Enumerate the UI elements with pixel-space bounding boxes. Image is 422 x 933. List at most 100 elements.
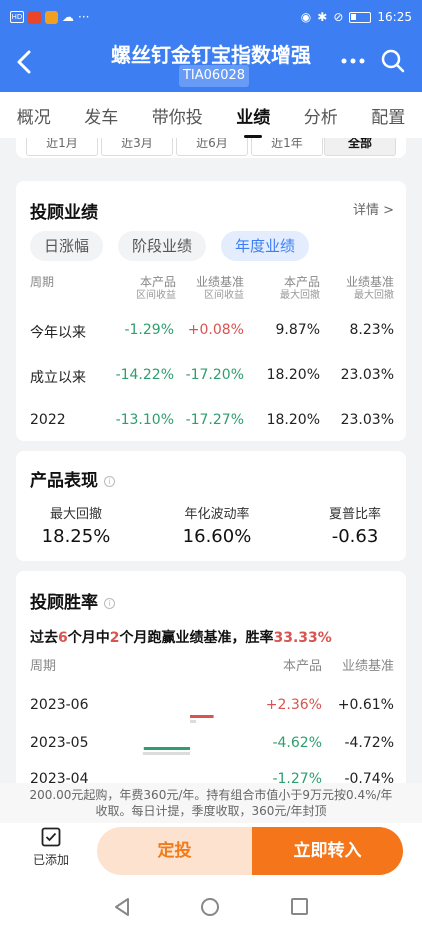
col-benchmark-return: 业绩基准 区间收益 bbox=[176, 275, 244, 303]
product-performance-card: 产品表现 i 最大回撤 18.25% 年化波动率 16.60% 夏普比率 -0.6… bbox=[16, 451, 406, 561]
status-bar: HD ☁ ··· ◉ ✱ ⊘ 16:25 bbox=[0, 0, 422, 34]
period-all[interactable]: 全部 bbox=[324, 138, 396, 156]
col-benchmark-drawdown-sub: 最大回撤 bbox=[354, 290, 394, 301]
system-nav-bar bbox=[0, 881, 422, 933]
summary-text: 过去 bbox=[30, 630, 58, 646]
summary-win-rate: 33.33% bbox=[273, 630, 332, 646]
status-left: HD ☁ ··· bbox=[10, 10, 89, 24]
row-product-drawdown: 9.87% bbox=[275, 322, 320, 338]
col-benchmark-drawdown: 业绩基准 最大回撤 bbox=[324, 275, 394, 303]
row-benchmark-drawdown: 23.03% bbox=[340, 367, 394, 383]
period-1y[interactable]: 近1年 bbox=[251, 138, 323, 156]
benchmark-bar bbox=[190, 720, 197, 723]
row-product-return: -13.10% bbox=[115, 412, 174, 428]
metric-volatility-value: 16.60% bbox=[182, 526, 252, 547]
checkbox-icon bbox=[41, 827, 61, 847]
win-rate-card: 投顾胜率 i 过去6个月中2个月跑赢业绩基准，胜率33.33% 周期 本产品 业绩… bbox=[16, 571, 406, 783]
benchmark-bar bbox=[142, 752, 190, 755]
win-row-product: +2.36% bbox=[265, 697, 322, 713]
detail-link[interactable]: 详情 > bbox=[353, 199, 394, 218]
status-right: ◉ ✱ ⊘ 16:25 bbox=[301, 10, 412, 24]
row-period: 成立以来 bbox=[30, 370, 86, 386]
tab-bar: 概况 发车 带你投 业绩 分析 配置 bbox=[0, 92, 422, 138]
metric-sharpe-label: 夏普比率 bbox=[328, 507, 381, 522]
row-product-drawdown: 18.20% bbox=[266, 412, 320, 428]
nav-home-icon[interactable] bbox=[201, 898, 219, 916]
metric-volatility-label: 年化波动率 bbox=[184, 507, 250, 522]
win-row-benchmark: -0.74% bbox=[344, 771, 394, 783]
win-col-benchmark: 业绩基准 bbox=[341, 659, 394, 674]
product-performance-title: 产品表现 i bbox=[30, 466, 115, 491]
col-period: 周期 bbox=[30, 275, 55, 289]
more-icon[interactable] bbox=[340, 56, 366, 66]
win-rate-title-text: 投顾胜率 bbox=[30, 593, 98, 613]
tab-performance[interactable]: 业绩 bbox=[233, 103, 273, 138]
fund-title: 螺丝钉金钉宝指数增强 bbox=[111, 43, 311, 67]
metric-max-drawdown-label: 最大回撤 bbox=[49, 507, 102, 522]
action-bar: 已添加 定投 立即转入 bbox=[0, 823, 422, 881]
period-3m[interactable]: 近3月 bbox=[101, 138, 173, 156]
performance-title: 投顾业绩 bbox=[30, 203, 98, 223]
win-row-product: -1.27% bbox=[272, 771, 322, 783]
row-benchmark-drawdown: 8.23% bbox=[349, 322, 394, 338]
product-bar bbox=[143, 747, 190, 750]
row-benchmark-return: -17.27% bbox=[185, 412, 244, 428]
win-row-period: 2023-04 bbox=[30, 771, 89, 783]
period-1m[interactable]: 近1月 bbox=[26, 138, 98, 156]
win-col-product: 本产品 bbox=[282, 659, 322, 674]
col-benchmark-drawdown-label: 业绩基准 bbox=[345, 275, 394, 289]
period-filter: 近1月 近3月 近6月 近1年 全部 bbox=[16, 138, 406, 158]
more-notifications-icon: ··· bbox=[78, 10, 90, 24]
battery-icon bbox=[349, 11, 372, 23]
pill-stage-performance[interactable]: 阶段业绩 bbox=[118, 231, 207, 261]
win-row-benchmark: -4.72% bbox=[344, 735, 394, 751]
row-product-return: -1.29% bbox=[124, 322, 174, 338]
info-icon[interactable]: i bbox=[104, 597, 115, 609]
search-icon[interactable] bbox=[380, 48, 406, 74]
added-watchlist-button[interactable]: 已添加 bbox=[24, 827, 78, 868]
summary-win-months: 2 bbox=[109, 630, 120, 646]
cloud-icon: ☁ bbox=[62, 10, 74, 24]
row-period: 2022 bbox=[30, 412, 66, 428]
col-product-return-label: 本产品 bbox=[139, 275, 176, 289]
tab-departure[interactable]: 发车 bbox=[81, 103, 121, 128]
col-product-drawdown: 本产品 最大回撤 bbox=[252, 275, 320, 303]
title-bar: 螺丝钉金钉宝指数增强 TIA06028 bbox=[0, 34, 422, 92]
col-product-drawdown-sub: 最大回撤 bbox=[280, 290, 320, 301]
col-product-return-sub: 区间收益 bbox=[136, 290, 176, 301]
row-benchmark-return: -17.20% bbox=[185, 367, 244, 383]
product-performance-title-text: 产品表现 bbox=[30, 471, 98, 491]
fund-code: TIA06028 bbox=[179, 65, 249, 87]
win-col-period: 周期 bbox=[30, 659, 57, 674]
fee-note: 200.00元起购，年费360元/年。持有组合市值小于9万元按0.4%/年收取。… bbox=[0, 783, 422, 823]
summary-text: 个月跑赢业绩基准，胜率 bbox=[119, 630, 274, 646]
info-icon[interactable]: i bbox=[104, 475, 115, 487]
fixed-invest-button[interactable]: 定投 bbox=[97, 827, 252, 875]
win-rate-summary: 过去6个月中2个月跑赢业绩基准，胜率33.33% bbox=[30, 627, 332, 647]
performance-card: 投顾业绩 详情 > 日涨幅 阶段业绩 年度业绩 周期 本产品 区间收益 业绩基准… bbox=[16, 181, 406, 441]
period-6m[interactable]: 近6月 bbox=[176, 138, 248, 156]
row-product-drawdown: 18.20% bbox=[266, 367, 320, 383]
nav-recent-icon[interactable] bbox=[291, 898, 308, 915]
col-product-drawdown-label: 本产品 bbox=[283, 275, 320, 289]
tab-allocation[interactable]: 配置 bbox=[368, 103, 408, 128]
row-benchmark-drawdown: 23.03% bbox=[340, 412, 394, 428]
back-arrow-icon[interactable] bbox=[14, 48, 36, 76]
transfer-in-button[interactable]: 立即转入 bbox=[252, 827, 403, 875]
win-row-benchmark: +0.61% bbox=[337, 697, 394, 713]
silent-icon: ⊘ bbox=[333, 10, 344, 24]
metric-sharpe-value: -0.63 bbox=[331, 526, 379, 547]
added-label: 已添加 bbox=[32, 853, 69, 867]
nav-back-icon[interactable] bbox=[113, 897, 131, 917]
col-benchmark-return-label: 业绩基准 bbox=[195, 275, 244, 289]
tab-guide[interactable]: 带你投 bbox=[149, 103, 206, 128]
pill-annual-performance[interactable]: 年度业绩 bbox=[221, 231, 310, 261]
tab-analysis[interactable]: 分析 bbox=[301, 103, 341, 128]
summary-text: 个月中 bbox=[67, 630, 110, 646]
app-notification-icon bbox=[28, 10, 41, 24]
pill-daily-change[interactable]: 日涨幅 bbox=[30, 231, 104, 261]
summary-months: 6 bbox=[58, 630, 68, 646]
win-row-period: 2023-05 bbox=[30, 735, 89, 751]
tab-overview[interactable]: 概况 bbox=[14, 103, 54, 128]
bluetooth-icon: ✱ bbox=[317, 10, 328, 24]
